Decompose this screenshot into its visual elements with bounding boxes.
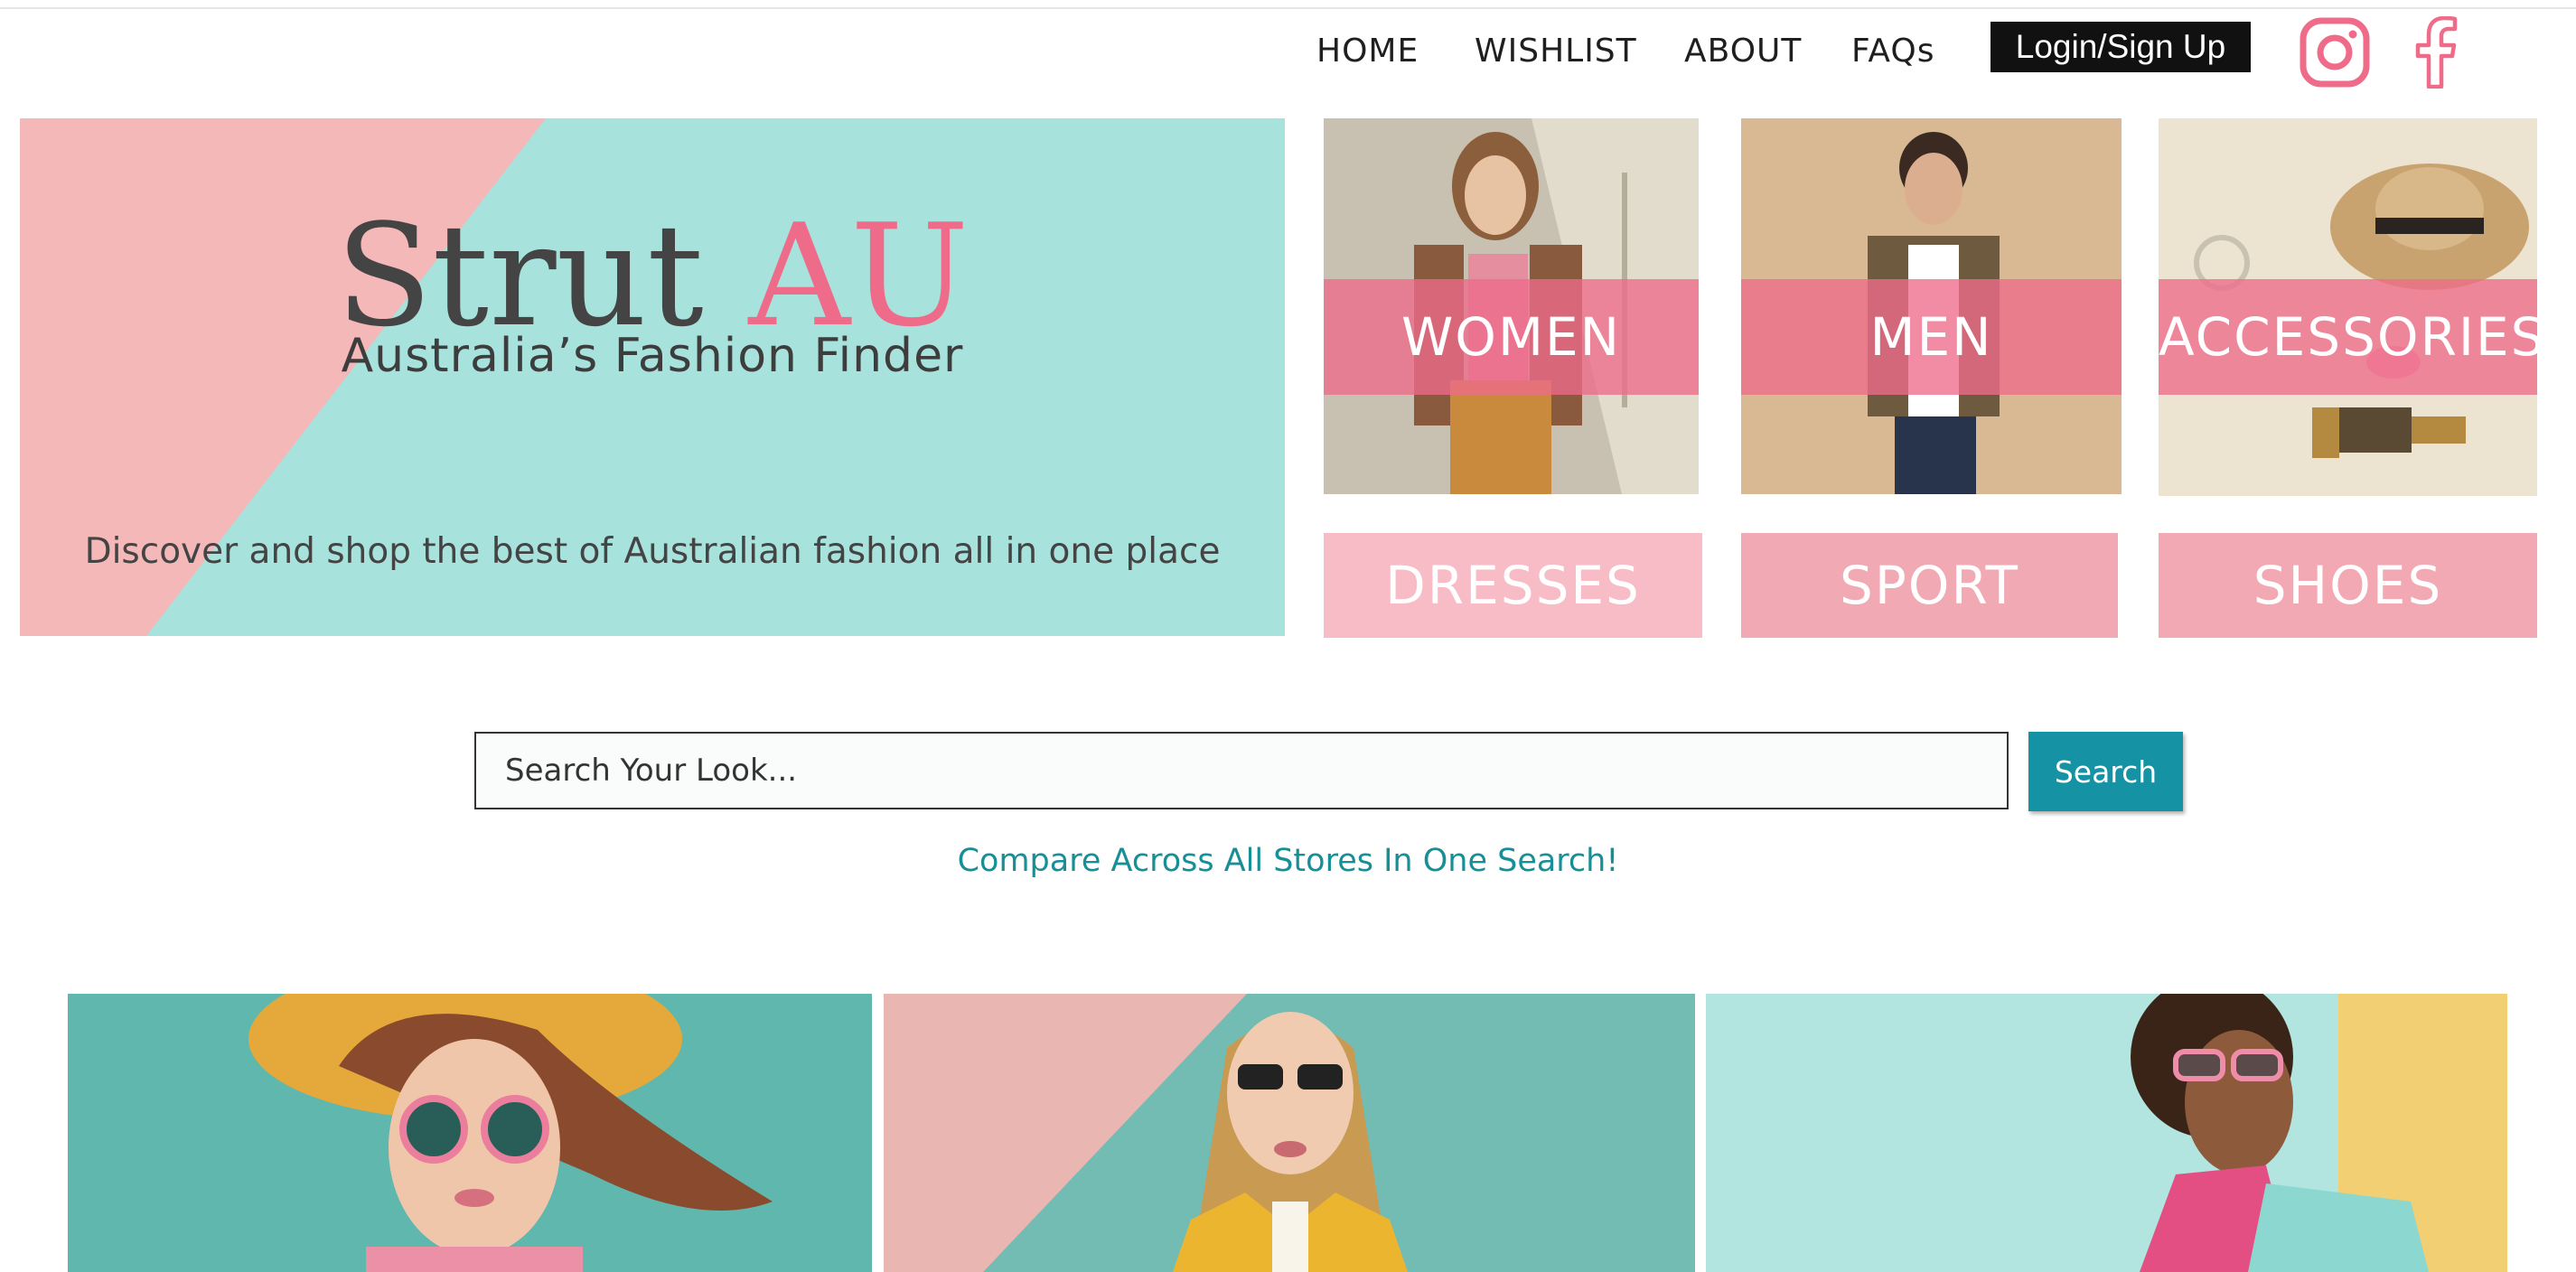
featured-photo-3-image [1706, 994, 2507, 1272]
category-dresses-button[interactable]: DRESSES [1324, 533, 1702, 638]
category-women-tile[interactable]: WOMEN [1324, 118, 1699, 494]
instagram-icon[interactable] [2299, 16, 2371, 89]
featured-photo-1[interactable] [68, 994, 872, 1272]
category-shoes-button[interactable]: SHOES [2159, 533, 2537, 638]
category-women-label: WOMEN [1324, 279, 1699, 395]
featured-photo-2-image [884, 994, 1695, 1272]
nav-faqs[interactable]: FAQs [1851, 27, 1935, 76]
hero-tagline: Discover and shop the best of Australian… [84, 531, 1221, 572]
search-button[interactable]: Search [2028, 732, 2183, 811]
category-sport-button[interactable]: SPORT [1741, 533, 2118, 638]
hero-banner: Strut AU Australia’s Fashion Finder Disc… [20, 118, 1285, 636]
top-divider [0, 7, 2576, 9]
compare-stores-text: Compare Across All Stores In One Search! [957, 843, 1619, 879]
nav-about[interactable]: ABOUT [1684, 27, 1802, 76]
nav-home[interactable]: HOME [1316, 27, 1419, 76]
featured-photo-2[interactable] [884, 994, 1695, 1272]
facebook-icon[interactable] [2403, 15, 2467, 89]
top-navigation: HOME WISHLIST ABOUT FAQs Login/Sign Up [0, 15, 2576, 89]
category-men-tile[interactable]: MEN [1741, 118, 2122, 494]
category-accessories-tile[interactable]: ACCESSORIES [2159, 118, 2537, 496]
nav-wishlist[interactable]: WISHLIST [1475, 27, 1637, 76]
site-subtitle: Australia’s Fashion Finder [341, 329, 964, 383]
featured-photo-1-image [68, 994, 872, 1272]
category-accessories-label: ACCESSORIES [2159, 279, 2537, 395]
search-input[interactable] [474, 732, 2009, 809]
featured-photo-3[interactable] [1706, 994, 2507, 1272]
category-men-label: MEN [1741, 279, 2122, 395]
login-signup-button[interactable]: Login/Sign Up [1991, 22, 2251, 72]
